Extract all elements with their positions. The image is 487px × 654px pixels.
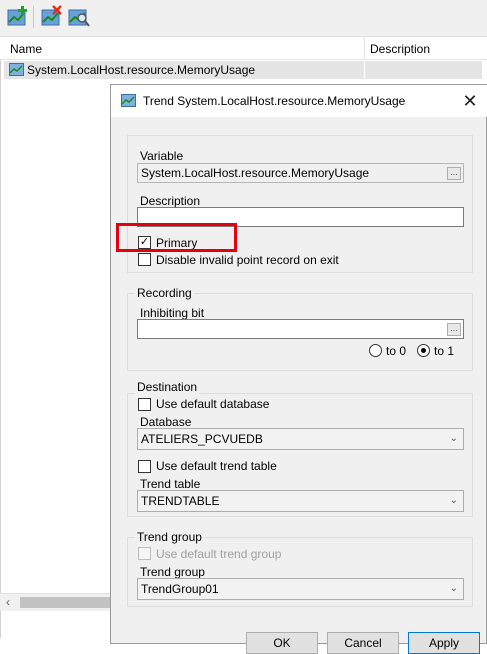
chevron-down-icon: ⌄ [449,433,458,444]
trend-icon [121,94,136,107]
use-default-trend-group-checkbox[interactable] [138,547,151,560]
recording-group-title: Recording [135,286,194,300]
trend-group-title: Trend group [135,530,204,544]
primary-highlight-box [116,223,237,252]
dialog-titlebar: Trend System.LocalHost.resource.MemoryUs… [111,85,487,117]
apply-button[interactable]: Apply [408,632,480,654]
trend-variable-icon [9,63,24,76]
destination-group-title: Destination [135,380,200,394]
toolbar-separator [33,6,34,28]
chevron-down-icon: ⌄ [449,495,458,506]
row-divider [364,61,365,79]
properties-trend-icon[interactable] [67,5,91,29]
table-row[interactable]: System.LocalHost.resource.MemoryUsage [4,61,482,79]
description-label: Description [140,194,201,208]
database-select[interactable]: ATELIERS_PCVUEDB ⌄ [137,428,464,450]
inhibiting-bit-label: Inhibiting bit [140,306,205,320]
toolbar [0,0,487,37]
trend-group-label: Trend group [140,565,205,579]
close-icon[interactable]: ✕ [458,90,482,112]
column-name-header[interactable]: Name [10,42,42,56]
database-label: Database [140,415,192,429]
add-trend-icon[interactable] [6,5,30,29]
column-description-header[interactable]: Description [370,42,430,56]
trend-group-select[interactable]: TrendGroup01 ⌄ [137,578,464,600]
use-default-database-checkbox[interactable] [138,398,151,411]
database-value: ATELIERS_PCVUEDB [141,432,263,446]
inhibiting-bit-input[interactable] [137,319,464,339]
variable-value: System.LocalHost.resource.MemoryUsage [141,166,370,180]
variable-browse-button[interactable]: ... [447,167,461,180]
remove-trend-icon[interactable] [40,5,64,29]
to0-label: to 0 [386,344,407,358]
chevron-down-icon: ⌄ [449,583,458,594]
trend-table-value: TRENDTABLE [141,494,220,508]
trend-group-value: TrendGroup01 [141,582,219,596]
to1-radio[interactable] [417,344,430,357]
variable-field: System.LocalHost.resource.MemoryUsage [137,163,464,183]
disable-invalid-label: Disable invalid point record on exit [156,253,339,267]
use-default-database-label: Use default database [156,397,270,411]
dialog-title: Trend System.LocalHost.resource.MemoryUs… [143,94,406,108]
to0-radio[interactable] [369,344,382,357]
variable-label: Variable [140,149,184,163]
ok-button[interactable]: OK [246,632,318,654]
scroll-left-icon[interactable]: ‹ [6,595,10,609]
disable-invalid-checkbox[interactable] [138,253,151,266]
row-name: System.LocalHost.resource.MemoryUsage [27,63,256,77]
use-default-trend-group-label: Use default trend group [156,547,282,561]
use-default-trend-table-label: Use default trend table [156,459,277,473]
scroll-thumb[interactable] [20,597,112,608]
horizontal-scrollbar[interactable]: ‹ [0,593,112,611]
use-default-trend-table-checkbox[interactable] [138,460,151,473]
trend-properties-dialog: Trend System.LocalHost.resource.MemoryUs… [110,84,487,644]
trend-table-select[interactable]: TRENDTABLE ⌄ [137,490,464,512]
inhibiting-browse-button[interactable]: ... [447,323,461,336]
trend-table-label: Trend table [140,477,201,491]
cancel-button[interactable]: Cancel [327,632,399,654]
column-divider[interactable] [364,37,365,59]
radio-selected-dot [421,348,426,353]
to1-label: to 1 [434,344,455,358]
